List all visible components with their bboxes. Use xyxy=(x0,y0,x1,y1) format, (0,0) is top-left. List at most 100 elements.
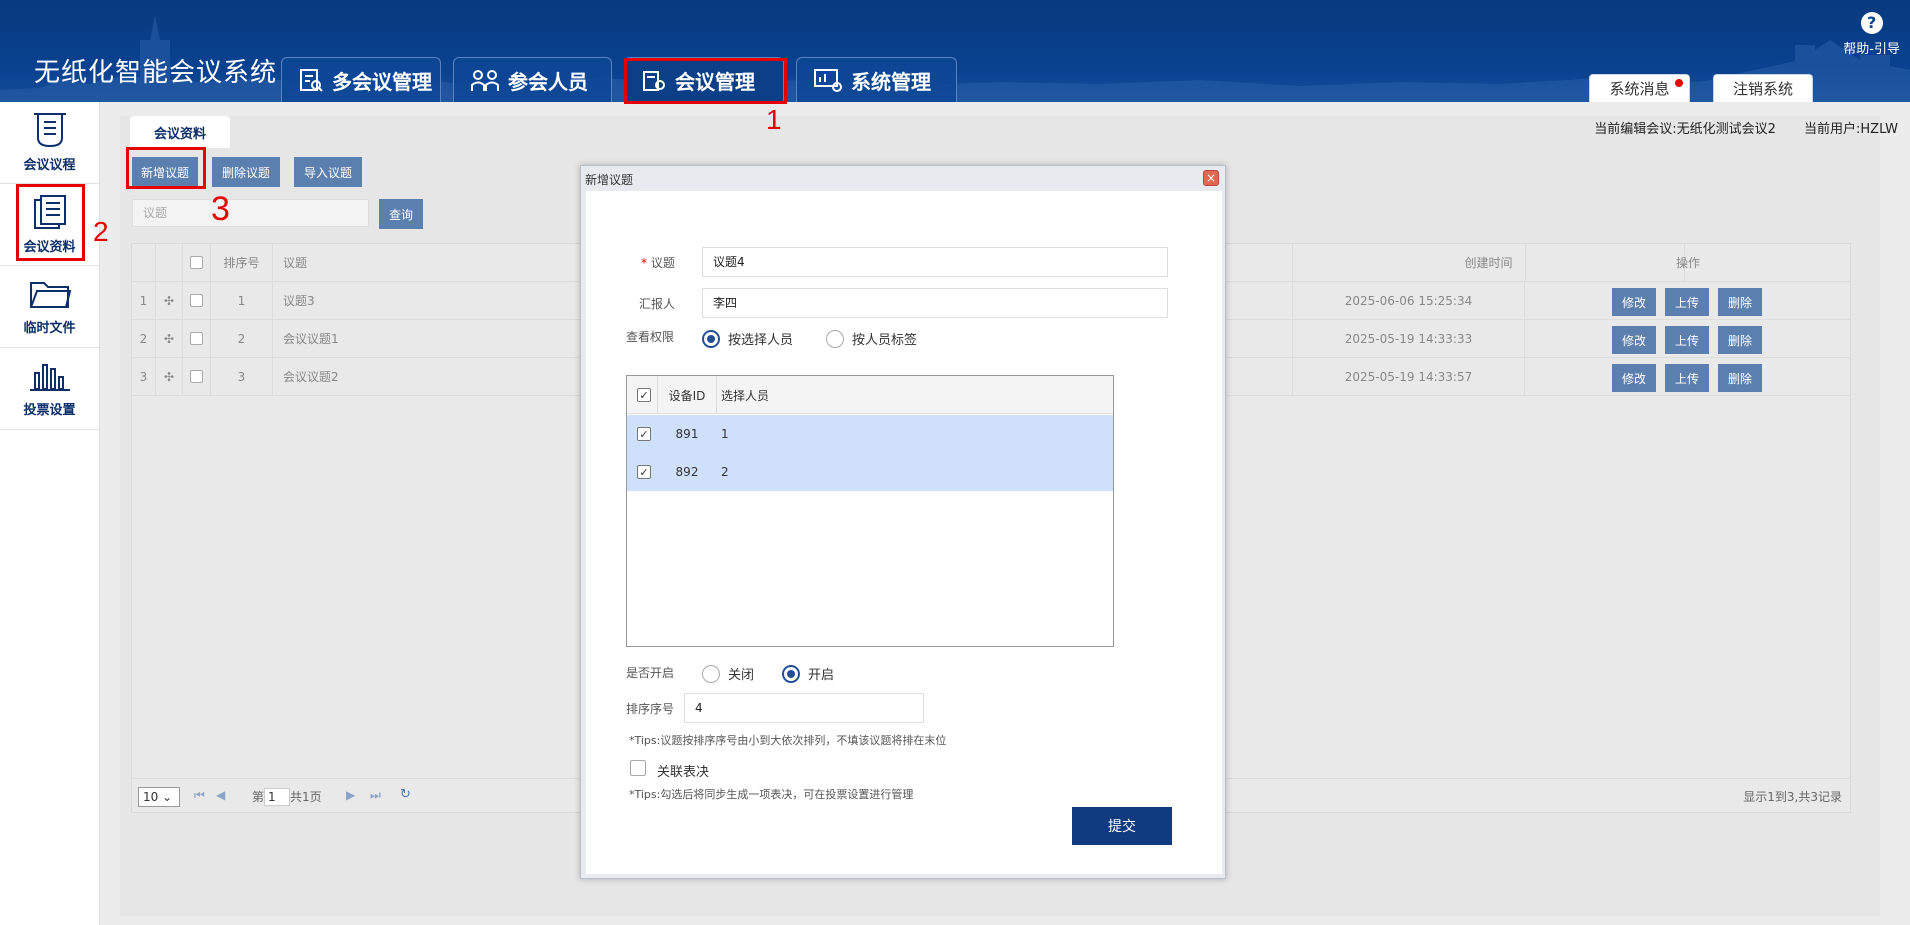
row-order: 1 xyxy=(211,282,273,319)
row-index: 3 xyxy=(132,358,156,395)
select-all-people-checkbox[interactable]: ✓ xyxy=(637,388,651,402)
edit-button[interactable]: 修改 xyxy=(1612,364,1656,392)
upload-button[interactable]: 上传 xyxy=(1665,326,1709,354)
system-management-icon xyxy=(814,69,842,92)
delete-topic-button[interactable]: 删除议题 xyxy=(212,157,280,187)
query-button[interactable]: 查询 xyxy=(379,199,423,229)
page-number-input[interactable]: 1 xyxy=(264,788,291,806)
link-vote-tip: *Tips:勾选后将同步生成一项表决，可在投票设置进行管理 xyxy=(629,788,914,801)
row-index: 2 xyxy=(132,320,156,357)
person: 2 xyxy=(721,465,729,479)
people-selection-table: ✓ 设备ID 选择人员 ✓ 891 1 ✓ 892 2 xyxy=(626,375,1114,647)
prev-page-icon[interactable]: ◀ xyxy=(216,788,225,802)
topic-input[interactable]: 议题4 xyxy=(702,247,1168,277)
meeting-info: 当前编辑会议:无纸化测试会议2 当前用户:HZLW xyxy=(1594,118,1898,137)
edit-button[interactable]: 修改 xyxy=(1612,326,1656,354)
tab-multi-meeting[interactable]: 多会议管理 xyxy=(281,57,441,102)
system-messages-button[interactable]: 系统消息 xyxy=(1589,74,1690,102)
page-size-select[interactable]: 10 ⌄ xyxy=(138,787,180,807)
sidebar-item-vote-settings[interactable]: 投票设置 xyxy=(0,348,99,430)
annotation-number-3: 3 xyxy=(211,190,230,228)
row-checkbox[interactable] xyxy=(190,294,203,307)
tab-label: 系统管理 xyxy=(851,69,931,94)
row-created: 2025-05-19 14:33:33 xyxy=(1293,320,1525,357)
radio-icon xyxy=(826,329,844,348)
dialog-title: 新增议题 xyxy=(585,173,634,187)
record-summary: 显示1到3,共3记录 xyxy=(1743,790,1842,804)
page-indicator: 第 1 共1页 xyxy=(252,788,322,806)
device-id: 891 xyxy=(675,427,699,441)
row-order: 3 xyxy=(211,358,273,395)
delete-button[interactable]: 删除 xyxy=(1718,326,1762,354)
row-created: 2025-06-06 15:25:34 xyxy=(1293,282,1525,319)
submit-button[interactable]: 提交 xyxy=(1072,807,1172,845)
reporter-label: 汇报人 xyxy=(639,297,676,311)
delete-button[interactable]: 删除 xyxy=(1718,364,1762,392)
vote-chart-icon xyxy=(29,364,70,391)
sidebar-item-agenda[interactable]: 会议议程 xyxy=(0,102,99,184)
header-order: 排序号 xyxy=(211,244,273,281)
delete-button[interactable]: 删除 xyxy=(1718,288,1762,316)
order-tip: *Tips:议题按排序序号由小到大依次排列，不填该议题将排在末位 xyxy=(629,734,947,747)
sidebar-item-label: 会议议程 xyxy=(23,158,76,173)
upload-button[interactable]: 上传 xyxy=(1665,364,1709,392)
app-header: 无纸化智能会议系统 多会议管理 参会人员 会议管理 系统管理 ? 帮助-引导 系… xyxy=(0,0,1910,102)
enable-on-radio[interactable]: 开启 xyxy=(782,664,834,683)
system-messages-label: 系统消息 xyxy=(1609,80,1670,98)
expand-icon[interactable]: ✣ xyxy=(156,358,183,395)
people-row[interactable]: ✓ 891 1 xyxy=(627,415,1113,453)
refresh-icon[interactable]: ↻ xyxy=(400,787,411,802)
expand-icon[interactable]: ✣ xyxy=(156,282,183,319)
agenda-icon xyxy=(33,113,66,148)
import-topic-button[interactable]: 导入议题 xyxy=(294,157,362,187)
help-label: 帮助-引导 xyxy=(1843,42,1900,57)
enable-off-radio[interactable]: 关闭 xyxy=(702,664,754,683)
topic-search-input[interactable]: 议题 xyxy=(132,199,369,227)
reporter-input[interactable]: 李四 xyxy=(702,288,1168,318)
first-page-icon[interactable]: ⏮ xyxy=(194,788,205,803)
row-checkbox[interactable] xyxy=(190,332,203,345)
next-page-icon[interactable]: ▶ xyxy=(346,788,355,802)
logout-label: 注销系统 xyxy=(1732,80,1793,98)
link-vote-checkbox[interactable] xyxy=(630,760,646,776)
sidebar-item-label: 投票设置 xyxy=(23,403,76,418)
order-input[interactable]: 4 xyxy=(684,693,924,723)
annotation-number-2: 2 xyxy=(93,216,109,247)
sidebar-item-temp-files[interactable]: 临时文件 xyxy=(0,266,99,348)
radio-icon xyxy=(702,664,720,683)
tab-meeting-documents[interactable]: 会议资料 xyxy=(130,116,230,148)
tab-label: 多会议管理 xyxy=(332,69,432,94)
tab-attendees[interactable]: 参会人员 xyxy=(453,57,612,102)
expand-icon[interactable]: ✣ xyxy=(156,320,183,357)
last-page-icon[interactable]: ⏭ xyxy=(370,788,381,803)
people-header-row: ✓ 设备ID 选择人员 xyxy=(627,376,1113,414)
help-icon: ? xyxy=(1860,12,1883,34)
close-icon[interactable]: × xyxy=(1203,170,1219,186)
link-vote-label: 关联表决 xyxy=(657,765,710,780)
perm-by-person-radio[interactable]: 按选择人员 xyxy=(702,329,793,348)
add-topic-dialog: 新增议题 × * 议题 议题4 汇报人 李四 查看权限 按选择人员 按人员标签 … xyxy=(580,165,1226,879)
attendees-icon xyxy=(471,70,499,91)
device-id: 892 xyxy=(675,465,699,479)
row-checked-checkbox[interactable]: ✓ xyxy=(637,427,651,441)
upload-button[interactable]: 上传 xyxy=(1665,288,1709,316)
enable-label: 是否开启 xyxy=(626,666,675,680)
radio-selected-icon xyxy=(782,664,800,683)
dialog-body: * 议题 议题4 汇报人 李四 查看权限 按选择人员 按人员标签 ✓ 设备ID … xyxy=(586,191,1222,874)
radio-selected-icon xyxy=(702,329,720,348)
header-device-id: 设备ID xyxy=(657,376,717,414)
permission-label: 查看权限 xyxy=(626,330,675,344)
row-checked-checkbox[interactable]: ✓ xyxy=(637,465,651,479)
tab-label: 参会人员 xyxy=(508,69,588,94)
row-checkbox[interactable] xyxy=(190,370,203,383)
logout-button[interactable]: 注销系统 xyxy=(1713,74,1813,102)
header-person: 选择人员 xyxy=(721,388,770,403)
help-guide[interactable]: ? 帮助-引导 xyxy=(1843,12,1900,57)
person: 1 xyxy=(721,427,729,441)
perm-by-tag-radio[interactable]: 按人员标签 xyxy=(826,329,917,348)
tab-system-management[interactable]: 系统管理 xyxy=(796,57,957,102)
annotation-number-1: 1 xyxy=(766,104,782,135)
people-row[interactable]: ✓ 892 2 xyxy=(627,453,1113,491)
select-all-checkbox[interactable] xyxy=(190,256,203,269)
edit-button[interactable]: 修改 xyxy=(1612,288,1656,316)
